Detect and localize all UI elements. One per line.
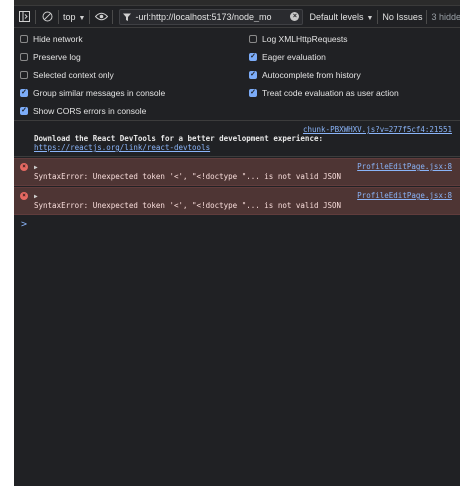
message-source-link[interactable]: ProfileEditPage.jsx:8 [357,191,452,200]
toolbar-separator [35,9,36,24]
expand-triangle-icon[interactable]: ▶ [34,193,38,200]
hidden-count: 3 hidden [431,11,460,22]
console-messages: chunk-PBXWHXV.js?v=277f5cf4:21551 Downlo… [14,121,460,230]
error-icon: × [20,192,28,200]
console-settings-panel: Hide network Preserve log Selected conte… [14,28,460,121]
console-prompt[interactable]: > [14,215,460,230]
group-similar-checkbox[interactable] [20,89,28,97]
option-label: Group similar messages in console [33,88,166,98]
preserve-log-option[interactable]: Preserve log [20,50,81,64]
autocomplete-checkbox[interactable] [249,71,257,79]
autocomplete-option[interactable]: Autocomplete from history [249,68,361,82]
chevron-down-icon: ▼ [78,14,86,22]
console-panel: top ▼ -url:http://localhost:5173/node_mo … [14,0,460,486]
eager-evaluation-checkbox[interactable] [249,53,257,61]
toolbar-separator [112,9,114,24]
context-selector[interactable]: top ▼ [63,12,85,22]
error-text: SyntaxError: Unexpected token '<', "<!do… [34,201,342,210]
option-label: Hide network [33,34,83,44]
selected-context-checkbox[interactable] [20,71,28,79]
filter-value: -url:http://localhost:5173/node_mo [135,11,272,22]
console-toolbar: top ▼ -url:http://localhost:5173/node_mo … [14,6,460,28]
toolbar-separator [426,9,428,24]
option-label: Log XMLHttpRequests [262,34,348,44]
show-cors-option[interactable]: Show CORS errors in console [20,104,146,118]
issues-button[interactable]: No Issues [382,12,422,22]
chevron-down-icon: ▼ [366,14,374,22]
error-message: × ▶ ProfileEditPage.jsx:8 SyntaxError: U… [14,158,460,186]
clear-console-icon[interactable] [40,10,54,24]
sidebar-toggle-icon[interactable] [17,10,31,24]
eye-icon[interactable] [94,10,108,24]
eager-evaluation-option[interactable]: Eager evaluation [249,50,326,64]
devtools-link[interactable]: https://reactjs.org/link/react-devtools [34,143,452,152]
option-label: Show CORS errors in console [33,106,147,116]
expand-triangle-icon[interactable]: ▶ [34,164,38,171]
show-cors-checkbox[interactable] [20,107,28,115]
option-label: Eager evaluation [262,52,326,62]
error-text: SyntaxError: Unexpected token '<', "<!do… [34,172,342,181]
log-xhr-option[interactable]: Log XMLHttpRequests [249,32,348,46]
option-label: Selected context only [33,70,114,80]
toolbar-separator [58,9,59,24]
hide-network-option[interactable]: Hide network [20,32,83,46]
option-label: Preserve log [33,52,81,62]
info-message: chunk-PBXWHXV.js?v=277f5cf4:21551 Downlo… [14,121,460,157]
message-source-link[interactable]: ProfileEditPage.jsx:8 [357,162,452,171]
filter-input[interactable]: -url:http://localhost:5173/node_mo × [119,8,304,25]
preserve-log-checkbox[interactable] [20,53,28,61]
prompt-chevron-icon: > [21,219,28,230]
toolbar-separator [377,9,379,24]
levels-dropdown[interactable]: Default levels ▼ [309,12,373,22]
levels-label: Default levels [309,11,364,22]
user-action-checkbox[interactable] [249,89,257,97]
error-message: × ▶ ProfileEditPage.jsx:8 SyntaxError: U… [14,187,460,215]
option-label: Autocomplete from history [262,70,361,80]
filter-icon [123,13,132,21]
user-action-option[interactable]: Treat code evaluation as user action [249,86,399,100]
selected-context-option[interactable]: Selected context only [20,68,114,82]
message-text: Download the React DevTools for a better… [34,134,323,143]
option-label: Treat code evaluation as user action [262,88,399,98]
hide-network-checkbox[interactable] [20,35,28,43]
group-similar-option[interactable]: Group similar messages in console [20,86,165,100]
clear-filter-icon[interactable]: × [290,12,300,21]
log-xhr-checkbox[interactable] [249,35,257,43]
toolbar-separator [89,9,91,24]
error-icon: × [20,163,28,171]
message-source-link[interactable]: chunk-PBXWHXV.js?v=277f5cf4:21551 [34,125,452,134]
context-label: top [63,11,76,22]
